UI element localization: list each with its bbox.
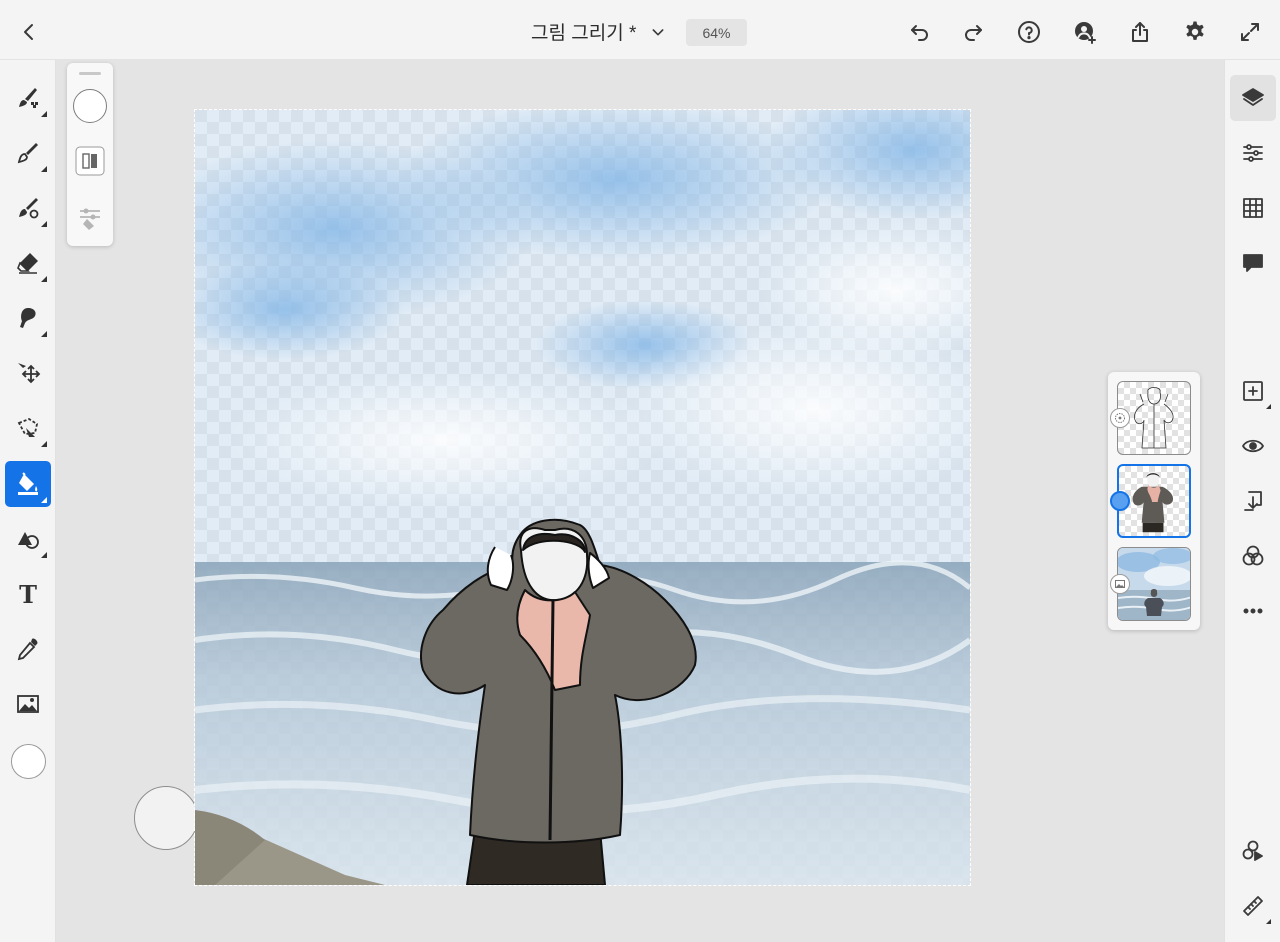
ruler-button[interactable]	[1230, 883, 1276, 929]
pixel-brush-icon	[19, 88, 38, 108]
fullscreen-button[interactable]	[1232, 14, 1268, 50]
comments-icon	[1243, 254, 1263, 272]
right-toolbar	[1224, 60, 1280, 942]
layer-badge-active	[1110, 491, 1130, 511]
blend-mode-button[interactable]	[1230, 533, 1276, 579]
smudge-icon	[20, 308, 36, 328]
sample-layers-icon	[75, 146, 105, 176]
visibility-button[interactable]	[1230, 423, 1276, 469]
merge-down-icon	[1244, 491, 1262, 511]
image-layer-icon	[1115, 580, 1125, 588]
transform-icon	[18, 363, 41, 384]
submenu-indicator	[41, 111, 47, 117]
eraser-icon	[17, 253, 38, 274]
layers-panel	[1108, 372, 1200, 630]
layer-properties-button[interactable]	[1230, 130, 1276, 176]
blend-mode-icon	[1242, 545, 1264, 566]
lasso-icon	[17, 417, 39, 437]
top-bar: 그림 그리기 * 64%	[0, 0, 1280, 60]
invite-button[interactable]	[1067, 14, 1103, 50]
paint-layer-icon	[1116, 497, 1124, 505]
canvas-artwork	[195, 110, 970, 885]
more-icon	[1243, 608, 1263, 614]
chevron-left-icon	[24, 24, 33, 40]
brush-size-button[interactable]	[73, 89, 107, 123]
help-icon	[1018, 21, 1040, 43]
more-options-button[interactable]	[1230, 588, 1276, 634]
submenu-indicator	[41, 276, 47, 282]
timelapse-icon	[1242, 840, 1263, 861]
fullscreen-icon	[1241, 23, 1259, 41]
submenu-indicator	[41, 441, 47, 447]
tool-pixel-brush[interactable]	[5, 75, 51, 121]
submenu-indicator	[1266, 919, 1271, 924]
grid-icon	[1243, 198, 1263, 218]
color-picker-swatch[interactable]	[11, 744, 46, 779]
submenu-indicator	[41, 497, 47, 503]
tool-vector-brush[interactable]	[5, 185, 51, 231]
tool-image[interactable]	[5, 681, 51, 727]
submenu-indicator	[41, 331, 47, 337]
image-icon	[17, 695, 39, 713]
add-layer-button[interactable]	[1230, 368, 1276, 414]
add-layer-icon	[1243, 381, 1263, 401]
layers-icon	[1242, 88, 1264, 106]
eyedropper-icon	[17, 638, 38, 661]
fill-icon	[18, 472, 38, 495]
tool-shapes[interactable]	[5, 516, 51, 562]
invite-icon	[1075, 22, 1096, 44]
undo-button[interactable]	[901, 14, 937, 50]
tool-transform[interactable]	[5, 350, 51, 396]
tool-text[interactable]: T	[5, 571, 51, 617]
shapes-icon	[18, 532, 39, 549]
panel-grip[interactable]	[79, 72, 101, 75]
touch-modifier-button[interactable]	[134, 786, 198, 850]
tool-eraser[interactable]	[5, 240, 51, 286]
layers-panel-button[interactable]	[1230, 75, 1276, 121]
live-brush-icon	[17, 143, 38, 164]
tool-fill[interactable]	[5, 461, 51, 507]
submenu-indicator	[1266, 404, 1271, 409]
tool-options-panel	[67, 63, 113, 246]
redo-button[interactable]	[956, 14, 992, 50]
submenu-indicator	[41, 552, 47, 558]
back-button[interactable]	[11, 14, 47, 50]
document-title: 그림 그리기 *	[531, 23, 637, 44]
tool-lasso[interactable]	[5, 405, 51, 451]
undo-icon	[911, 25, 928, 41]
tool-live-brush[interactable]	[5, 130, 51, 176]
vector-brush-icon	[19, 198, 39, 219]
sketch-layer-icon	[1115, 413, 1125, 423]
tool-eyedropper[interactable]	[5, 626, 51, 672]
document-title-dropdown[interactable]: 그림 그리기 *	[531, 18, 666, 45]
fill-mode-button[interactable]	[72, 143, 108, 179]
settings-button[interactable]	[1177, 14, 1213, 50]
grid-button[interactable]	[1230, 185, 1276, 231]
submenu-indicator	[41, 166, 47, 172]
visibility-icon	[1242, 439, 1264, 453]
share-icon	[1132, 22, 1148, 42]
ruler-icon	[1243, 896, 1263, 916]
fill-settings-icon	[80, 208, 100, 230]
timelapse-button[interactable]	[1230, 828, 1276, 874]
zoom-level[interactable]: 64%	[686, 19, 747, 46]
redo-icon	[965, 25, 982, 41]
share-button[interactable]	[1122, 14, 1158, 50]
settings-icon	[1186, 21, 1204, 40]
tool-smudge[interactable]	[5, 295, 51, 341]
text-icon: T	[19, 579, 37, 609]
layer-properties-icon	[1243, 144, 1263, 162]
merge-down-button[interactable]	[1230, 478, 1276, 524]
drawing-canvas[interactable]	[194, 109, 971, 886]
help-button[interactable]	[1011, 14, 1047, 50]
comments-button[interactable]	[1230, 240, 1276, 286]
left-toolbar: T	[0, 60, 56, 942]
layer-badge	[1110, 408, 1130, 428]
fill-settings-button[interactable]	[72, 200, 108, 236]
submenu-indicator	[41, 221, 47, 227]
chevron-down-icon	[652, 28, 664, 35]
layer-badge	[1110, 574, 1130, 594]
